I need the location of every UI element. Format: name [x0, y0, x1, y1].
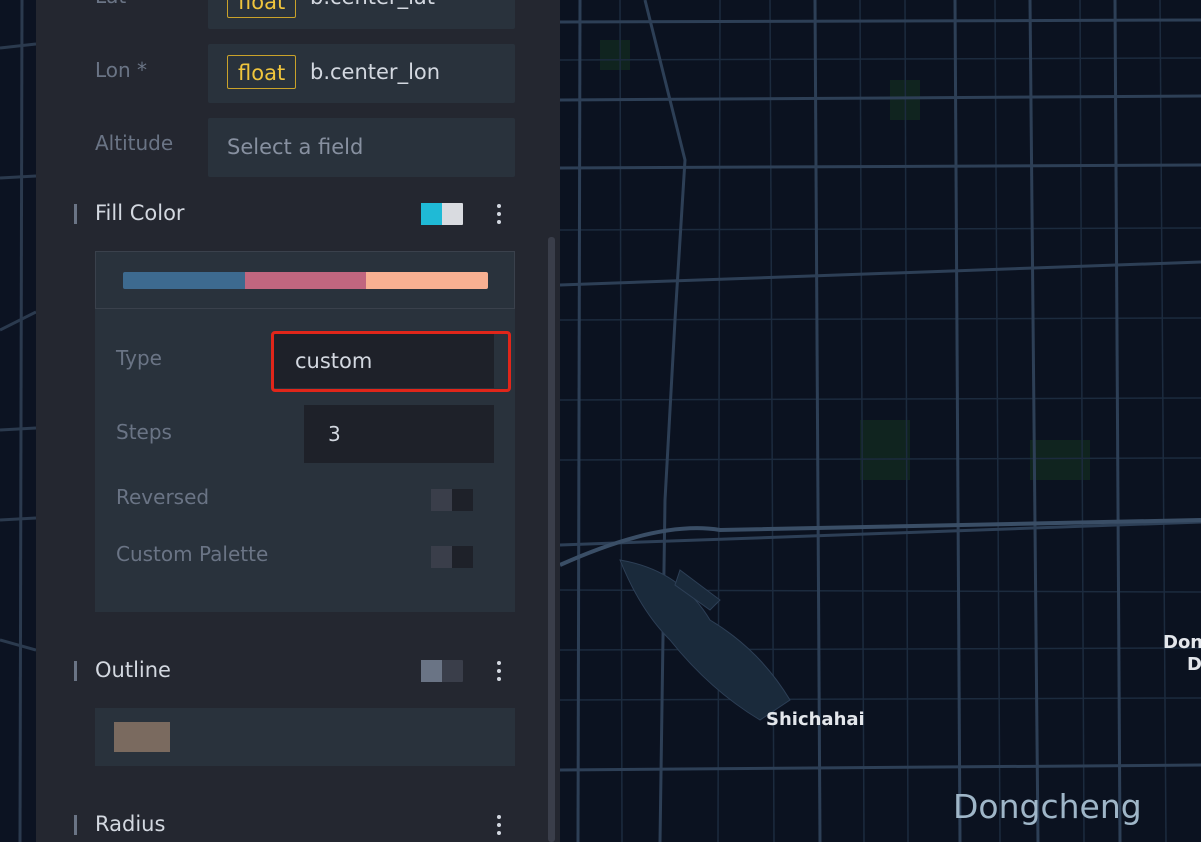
custom-palette-label: Custom Palette: [116, 542, 269, 566]
outline-title: Outline: [95, 658, 171, 682]
color-palette-strip: [123, 272, 488, 289]
steps-dropdown[interactable]: 3: [304, 405, 494, 463]
radius-more-icon[interactable]: [496, 815, 502, 837]
lon-field[interactable]: float b.center_lon: [208, 44, 515, 103]
map-view[interactable]: Shichahai Dongcheng Don D: [560, 0, 1201, 842]
type-highlight-box: [271, 331, 511, 392]
outline-toggle[interactable]: [421, 660, 463, 682]
outline-section-bar: [74, 661, 77, 681]
fill-color-toggle-knob: [421, 203, 442, 225]
altitude-placeholder: Select a field: [227, 135, 364, 159]
palette-color-1: [123, 272, 245, 289]
altitude-field[interactable]: Select a field: [208, 118, 515, 177]
reversed-toggle-knob: [431, 489, 452, 511]
fill-color-more-icon[interactable]: [496, 204, 502, 226]
outline-color-swatch[interactable]: [114, 722, 170, 752]
lat-value: b.center_lat: [310, 0, 435, 9]
lat-field[interactable]: float b.center_lat: [208, 0, 515, 29]
outline-color-selector[interactable]: [95, 708, 515, 766]
map-label-don: Don: [1163, 632, 1201, 653]
map-roads: [560, 0, 1201, 842]
outline-more-icon[interactable]: [496, 661, 502, 683]
reversed-label: Reversed: [116, 485, 210, 509]
fill-color-toggle[interactable]: [421, 203, 463, 225]
color-palette-selector[interactable]: [95, 251, 515, 309]
map-label-d: D: [1187, 654, 1201, 675]
lat-type-pill: float: [227, 0, 297, 18]
outline-toggle-knob: [421, 660, 442, 682]
map-label-dongcheng: Dongcheng: [953, 787, 1142, 826]
fill-color-title: Fill Color: [95, 201, 185, 225]
map-left-edge: [0, 0, 36, 842]
fill-color-section-bar: [74, 204, 77, 224]
lon-type-pill: float: [227, 55, 297, 89]
type-label: Type: [116, 346, 162, 370]
radius-section-bar: [74, 815, 77, 835]
custom-palette-toggle-knob: [431, 546, 452, 568]
map-label-shichahai: Shichahai: [766, 709, 865, 730]
lon-label: Lon *: [95, 58, 148, 82]
lat-label: Lat: [95, 0, 126, 8]
map-left-roads: [0, 0, 36, 842]
altitude-label: Altitude: [95, 131, 174, 155]
reversed-toggle[interactable]: [431, 489, 473, 511]
palette-color-3: [366, 272, 488, 289]
steps-label: Steps: [116, 420, 172, 444]
custom-palette-toggle[interactable]: [431, 546, 473, 568]
radius-title: Radius: [95, 812, 166, 836]
lon-value: b.center_lon: [310, 60, 441, 84]
steps-value: 3: [328, 422, 341, 446]
palette-color-2: [244, 272, 367, 289]
panel-scrollbar[interactable]: [548, 237, 555, 842]
